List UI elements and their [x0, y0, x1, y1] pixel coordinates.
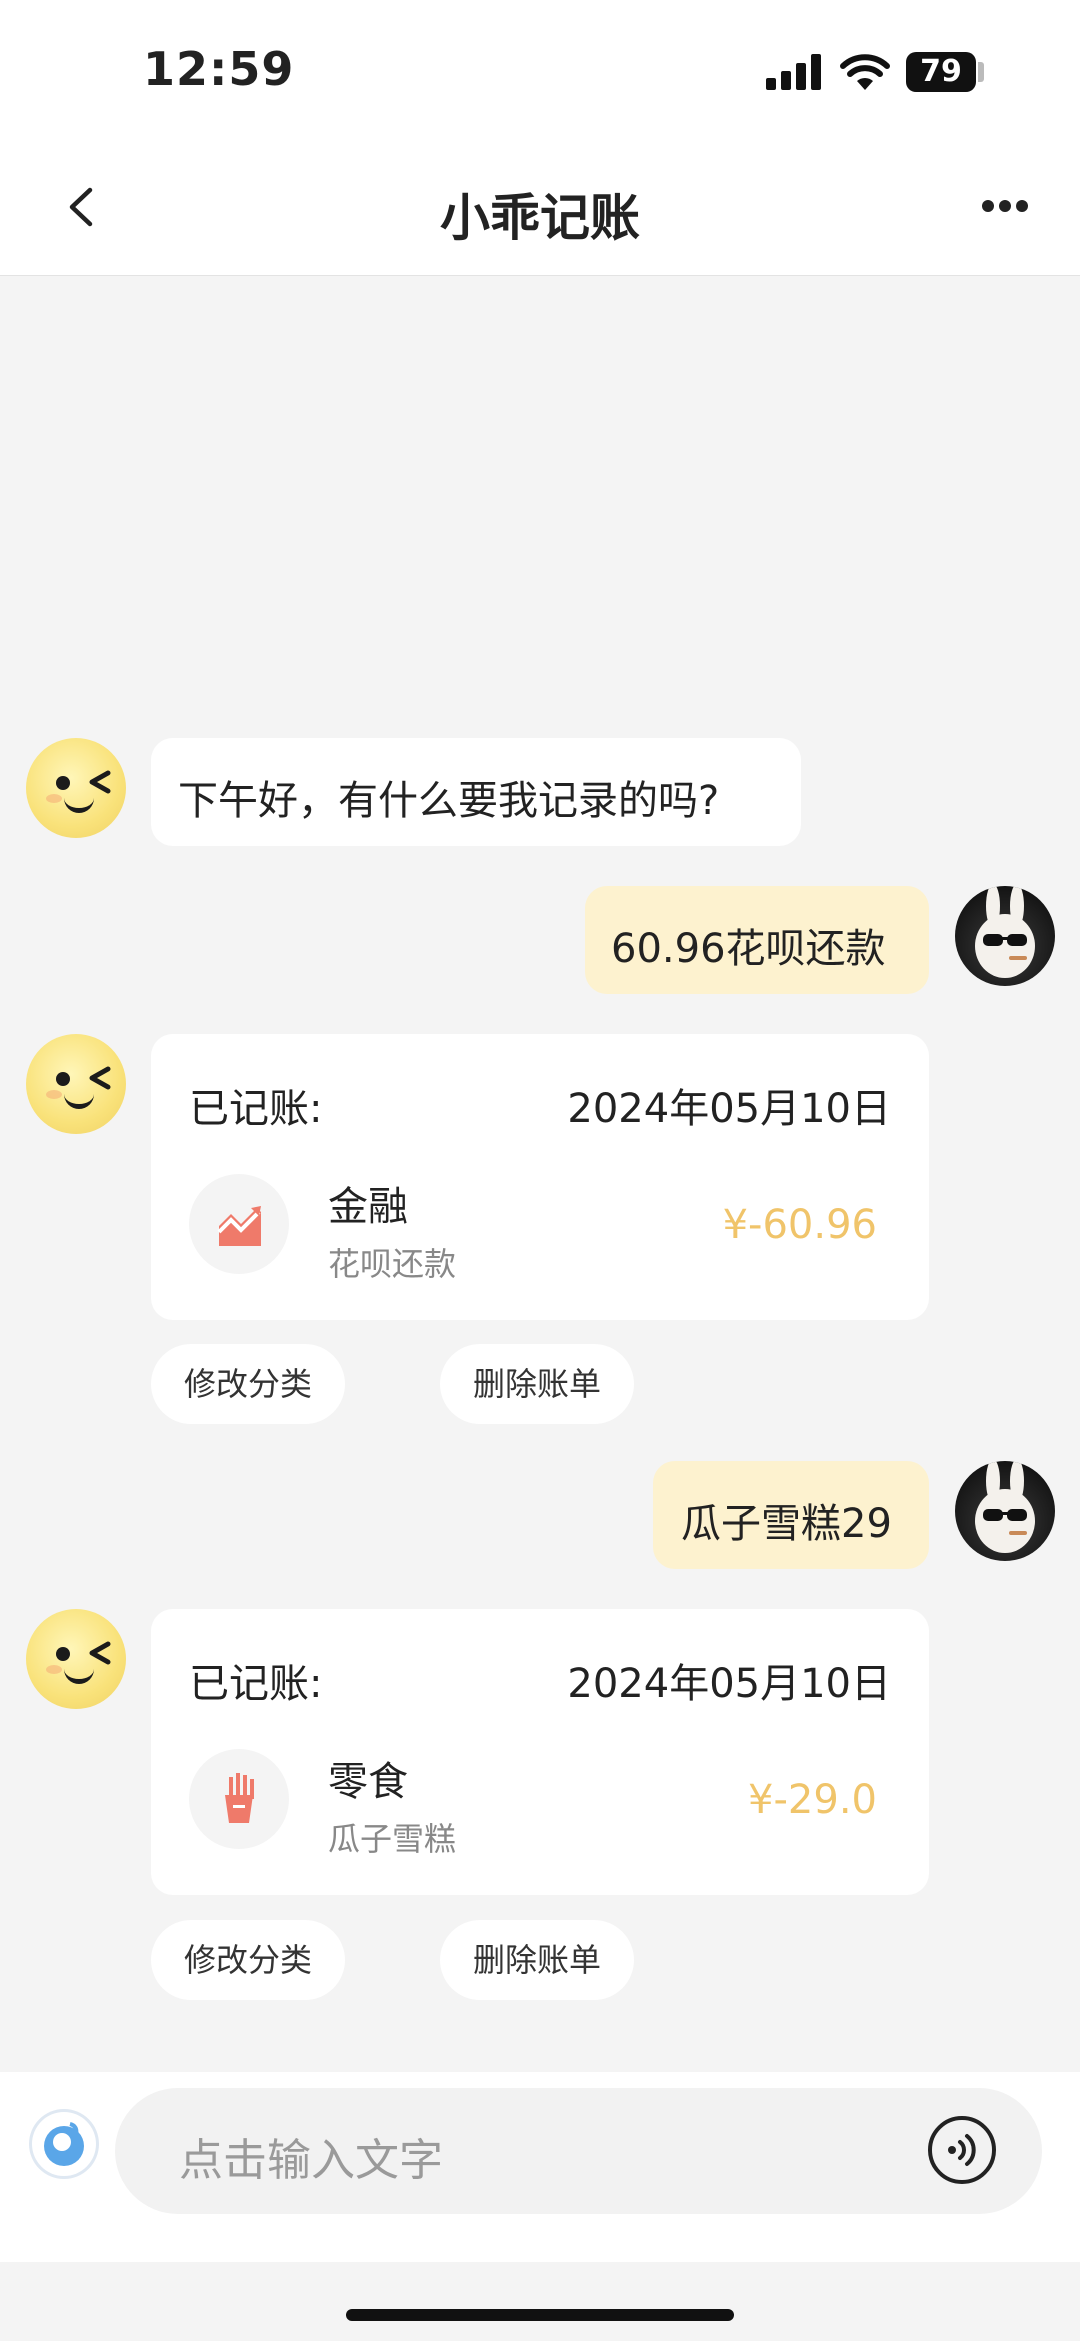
battery-level: 79 [920, 54, 962, 89]
user-message-text: 60.96花呗还款 [611, 926, 886, 972]
bill-record-card[interactable]: 已记账: 2024年05月10日 金融 花呗还款 ¥-60.96 [151, 1034, 929, 1320]
category-icon-circle [189, 1749, 289, 1849]
recorded-label: 已记账: [189, 1086, 323, 1132]
more-options-icon[interactable] [982, 200, 1028, 214]
bot-message-bubble: 下午好，有什么要我记录的吗? [151, 738, 801, 846]
delete-bill-button[interactable]: 删除账单 [440, 1344, 635, 1424]
user-avatar [955, 1461, 1055, 1561]
record-date: 2024年05月10日 [567, 1086, 891, 1132]
record-category: 零食 [328, 1759, 408, 1805]
record-note: 瓜子雪糕 [328, 1820, 457, 1858]
voice-input-icon[interactable] [926, 2114, 998, 2186]
input-bar: 点击输入文字 [0, 2072, 1080, 2262]
edit-category-button[interactable]: 修改分类 [151, 1920, 346, 2000]
bot-avatar [26, 1609, 126, 1709]
input-placeholder: 点击输入文字 [179, 2135, 443, 2186]
recorded-label: 已记账: [189, 1661, 323, 1707]
cellular-signal-icon [766, 54, 824, 90]
bot-message-text: 下午好，有什么要我记录的吗? [178, 778, 720, 824]
page-title: 小乖记账 [440, 189, 640, 247]
record-amount: ¥-29.0 [748, 1777, 877, 1823]
fries-icon [225, 1773, 254, 1823]
text-input[interactable]: 点击输入文字 [115, 2088, 1042, 2214]
category-icon-circle [189, 1174, 289, 1274]
home-indicator[interactable] [346, 2309, 734, 2321]
record-date: 2024年05月10日 [567, 1661, 891, 1707]
finance-chart-icon [217, 1206, 261, 1246]
user-avatar [955, 886, 1055, 986]
bot-avatar [26, 738, 126, 838]
wifi-icon [840, 54, 890, 90]
user-message-bubble: 瓜子雪糕29 [653, 1461, 929, 1569]
record-note: 花呗还款 [328, 1245, 457, 1283]
record-amount: ¥-60.96 [722, 1202, 877, 1248]
assistant-logo-icon[interactable] [32, 2112, 96, 2176]
bill-record-card[interactable]: 已记账: 2024年05月10日 零食 瓜子雪糕 ¥-29.0 [151, 1609, 929, 1895]
record-category: 金融 [328, 1184, 408, 1230]
bot-avatar [26, 1034, 126, 1134]
user-message-text: 瓜子雪糕29 [681, 1501, 892, 1547]
battery-icon: 79 [906, 52, 984, 92]
edit-category-button[interactable]: 修改分类 [151, 1344, 346, 1424]
status-bar: 12:59 79 [0, 0, 1080, 140]
status-time: 12:59 [143, 42, 295, 96]
delete-bill-button[interactable]: 删除账单 [440, 1920, 635, 2000]
nav-bar: 小乖记账 [0, 140, 1080, 276]
user-message-bubble: 60.96花呗还款 [585, 886, 929, 994]
